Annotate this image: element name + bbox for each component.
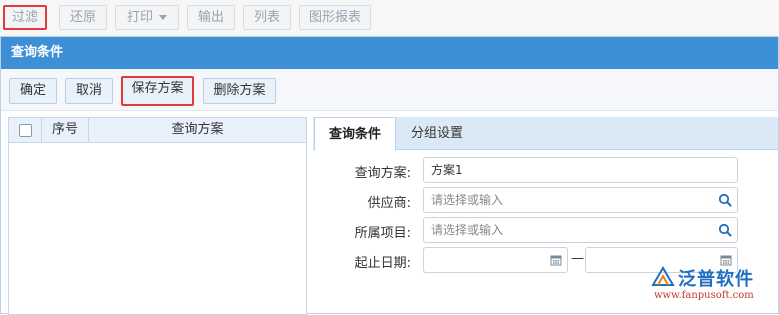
brand-logo-icon	[651, 266, 675, 286]
grid-header: 序号 查询方案	[9, 118, 306, 143]
tab-query-conditions[interactable]: 查询条件	[314, 117, 396, 151]
select-all-checkbox[interactable]	[19, 124, 32, 137]
panel-title: 查询条件	[1, 37, 778, 69]
scheme-name-value: 方案1	[431, 163, 463, 177]
brand-name: 泛普软件	[678, 269, 754, 290]
chevron-down-icon	[159, 15, 167, 20]
date-range-label: 起止日期:	[354, 256, 411, 271]
select-all-cell	[9, 118, 42, 142]
tab-group-settings[interactable]: 分组设置	[398, 117, 476, 150]
supplier-input[interactable]: 请选择或输入	[423, 187, 738, 213]
delete-scheme-button[interactable]: 删除方案	[203, 78, 276, 104]
scheme-name-field[interactable]: 方案1	[423, 157, 738, 183]
confirm-button[interactable]: 确定	[9, 78, 57, 104]
column-header-index: 序号	[42, 118, 89, 142]
supplier-label: 供应商:	[367, 196, 411, 211]
date-separator: —	[571, 251, 584, 266]
project-input[interactable]: 请选择或输入	[423, 217, 738, 243]
panel-action-bar: 确定 取消 保存方案 删除方案	[1, 69, 778, 111]
brand-url: www.fanpusoft.com	[654, 290, 754, 301]
print-label: 打印	[126, 10, 153, 25]
supplier-placeholder: 请选择或输入	[431, 193, 504, 207]
project-placeholder: 请选择或输入	[431, 223, 504, 237]
start-date-input[interactable]	[423, 247, 568, 273]
restore-button[interactable]: 还原	[59, 5, 107, 30]
project-label: 所属项目:	[354, 226, 411, 241]
print-button[interactable]: 打印	[115, 5, 179, 30]
scheme-list-grid: 序号 查询方案	[8, 117, 307, 315]
chart-report-button[interactable]: 图形报表	[299, 5, 371, 30]
brand-watermark: 泛普软件 www.fanpusoft.com	[650, 265, 775, 305]
column-header-scheme: 查询方案	[171, 122, 224, 137]
top-toolbar: 过滤 还原 打印 输出 列表 图形报表	[0, 0, 779, 36]
tab-bar: 查询条件 分组设置	[313, 117, 778, 151]
scheme-label: 查询方案:	[354, 166, 411, 181]
export-button[interactable]: 输出	[187, 5, 235, 30]
filter-button[interactable]: 过滤	[3, 5, 47, 30]
save-scheme-button[interactable]: 保存方案	[121, 76, 194, 106]
calendar-icon[interactable]	[550, 254, 562, 266]
list-button[interactable]: 列表	[243, 5, 291, 30]
search-icon[interactable]	[718, 193, 732, 207]
search-icon[interactable]	[718, 223, 732, 237]
cancel-button[interactable]: 取消	[65, 78, 113, 104]
